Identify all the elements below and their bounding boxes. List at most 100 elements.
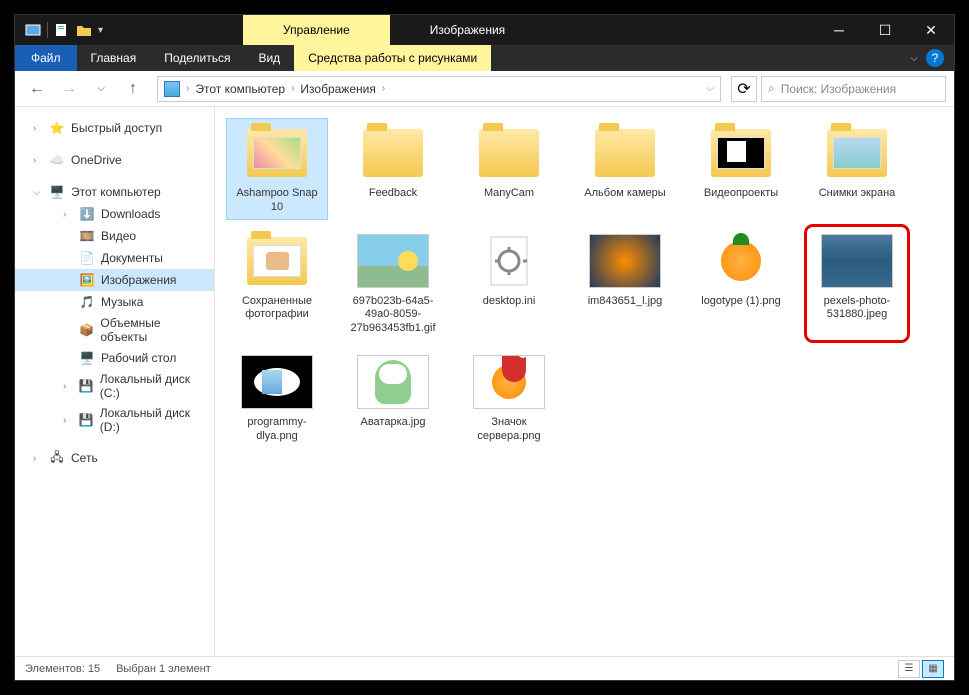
tree-disk-d[interactable]: › 💾 Локальный диск (D:) [15, 403, 214, 437]
folder-screenshots[interactable]: Снимки экрана [807, 119, 907, 219]
chevron-right-icon[interactable]: › [33, 155, 43, 166]
tree-onedrive[interactable]: ›☁️OneDrive [15, 149, 214, 171]
file-im-jpg[interactable]: im843651_l.jpg [575, 227, 675, 340]
back-button[interactable]: ← [23, 75, 51, 103]
item-label: programmy-dlya.png [231, 416, 323, 444]
tree-video[interactable]: 🎞️Видео [15, 225, 214, 247]
folder-video-projects[interactable]: Видеопроекты [691, 119, 791, 219]
minimize-button[interactable]: ─ [816, 15, 862, 45]
tree-quick-access[interactable]: ›⭐Быстрый доступ [15, 117, 214, 139]
ribbon-tab-share[interactable]: Поделиться [150, 45, 244, 71]
tree-disk-c[interactable]: ›💾Локальный диск (C:) [15, 369, 214, 403]
file-programmy[interactable]: programmy-dlya.png [227, 348, 327, 448]
tree-music[interactable]: 🎵Музыка [15, 291, 214, 313]
chevron-right-icon[interactable]: › [291, 83, 294, 94]
tree-label: Локальный диск (D:) [100, 406, 208, 434]
view-buttons: ☰ ▦ [898, 660, 944, 678]
folder-thumb [589, 123, 661, 183]
ribbon-expand-icon[interactable]: ⌵ [910, 53, 918, 64]
maximize-button[interactable]: ☐ [862, 15, 908, 45]
qat-divider [47, 22, 48, 38]
chevron-right-icon[interactable]: › [63, 415, 73, 426]
title-tab-pictures: Изображения [390, 15, 545, 45]
ribbon-file[interactable]: Файл [15, 45, 77, 71]
image-thumb [589, 231, 661, 291]
image-thumb [705, 231, 777, 291]
chevron-right-icon[interactable]: › [186, 83, 189, 94]
tree-3d-objects[interactable]: 📦 Объемные объекты [15, 313, 214, 347]
ribbon-right: ⌵ ? [910, 49, 954, 67]
ribbon-tab-picture-tools[interactable]: Средства работы с рисунками [294, 45, 491, 71]
breadcrumb-dropdown-icon[interactable]: ⌵ [706, 83, 714, 94]
image-thumb [241, 352, 313, 412]
tree-label: Видео [101, 229, 136, 243]
item-label: ManyCam [484, 187, 534, 201]
tree-this-pc[interactable]: ⌵🖥️Этот компьютер [15, 181, 214, 203]
pc-icon: 🖥️ [49, 184, 65, 200]
drive-icon: 💾 [79, 412, 94, 428]
file-logotype[interactable]: logotype (1).png [691, 227, 791, 340]
breadcrumb-folder[interactable]: Изображения [300, 82, 375, 96]
title-tab-manage[interactable]: Управление [243, 15, 390, 45]
chevron-right-icon[interactable]: › [33, 453, 43, 464]
folder-manycam[interactable]: ManyCam [459, 119, 559, 219]
downloads-icon: ⬇️ [79, 206, 95, 222]
help-icon[interactable]: ? [926, 49, 944, 67]
ribbon-tab-view[interactable]: Вид [244, 45, 294, 71]
tree-desktop[interactable]: 🖥️Рабочий стол [15, 347, 214, 369]
tree-label: Музыка [101, 295, 143, 309]
folder-thumb [473, 123, 545, 183]
item-label: logotype (1).png [701, 295, 781, 309]
history-dropdown[interactable]: ⌵ [87, 75, 115, 103]
item-label: im843651_l.jpg [588, 295, 663, 309]
desktop-icon: 🖥️ [79, 350, 95, 366]
search-icon: ⌕ [768, 81, 775, 96]
search-input[interactable]: ⌕ Поиск: Изображения [761, 76, 946, 102]
qat-dropdown-icon[interactable]: ▾ [98, 25, 103, 36]
ribbon: Файл Главная Поделиться Вид Средства раб… [15, 45, 954, 71]
chevron-right-icon[interactable]: › [63, 209, 73, 220]
tree-label: Сеть [71, 451, 98, 465]
qat: ▾ [15, 22, 113, 38]
folder-icon[interactable] [76, 22, 92, 38]
chevron-right-icon[interactable]: › [63, 381, 73, 392]
ribbon-tab-home[interactable]: Главная [77, 45, 151, 71]
breadcrumb[interactable]: › Этот компьютер › Изображения › ⌵ [157, 76, 721, 102]
tree-pictures[interactable]: 🖼️Изображения [15, 269, 214, 291]
close-button[interactable]: ✕ [908, 15, 954, 45]
tree-network[interactable]: › 🖧 Сеть [15, 447, 214, 469]
nav-tree: ›⭐Быстрый доступ ›☁️OneDrive ⌵🖥️Этот ком… [15, 107, 215, 656]
documents-icon: 📄 [79, 250, 95, 266]
file-desktop-ini[interactable]: desktop.ini [459, 227, 559, 340]
folder-camera-album[interactable]: Альбом камеры [575, 119, 675, 219]
file-hash-gif[interactable]: 697b023b-64a5-49a0-8059-27b963453fb1.gif [343, 227, 443, 340]
tree-downloads[interactable]: › ⬇️ Downloads [15, 203, 214, 225]
view-details-button[interactable]: ☰ [898, 660, 920, 678]
folder-feedback[interactable]: Feedback [343, 119, 443, 219]
objects3d-icon: 📦 [79, 322, 95, 338]
view-icons-button[interactable]: ▦ [922, 660, 944, 678]
refresh-button[interactable]: ⟳ [731, 76, 757, 102]
folder-saved-photos[interactable]: Сохраненные фотографии [227, 227, 327, 340]
chevron-down-icon[interactable]: ⌵ [33, 187, 43, 198]
file-pexels[interactable]: pexels-photo-531880.jpeg [807, 227, 907, 340]
tree-label: Объемные объекты [100, 316, 208, 344]
up-button[interactable]: ↑ [119, 75, 147, 103]
breadcrumb-root[interactable]: Этот компьютер [195, 82, 285, 96]
network-icon: 🖧 [49, 450, 65, 466]
file-server-icon[interactable]: Значок сервера.png [459, 348, 559, 448]
tree-label: Downloads [101, 207, 160, 221]
explorer-window: ▾ Управление Изображения ─ ☐ ✕ Файл Глав… [15, 15, 954, 680]
file-avatarka[interactable]: Аватарка.jpg [343, 348, 443, 448]
folder-ashampoo[interactable]: Ashampoo Snap 10 [227, 119, 327, 219]
item-label: Аватарка.jpg [361, 416, 426, 430]
chevron-right-icon[interactable]: › [33, 123, 43, 134]
file-list[interactable]: Ashampoo Snap 10 Feedback ManyCam Альбом… [215, 107, 954, 656]
chevron-right-icon[interactable]: › [382, 83, 385, 94]
folder-thumb [357, 123, 429, 183]
navbar: ← → ⌵ ↑ › Этот компьютер › Изображения ›… [15, 71, 954, 107]
properties-icon[interactable] [54, 22, 70, 38]
pictures-icon: 🖼️ [79, 272, 95, 288]
tree-documents[interactable]: 📄Документы [15, 247, 214, 269]
forward-button[interactable]: → [55, 75, 83, 103]
